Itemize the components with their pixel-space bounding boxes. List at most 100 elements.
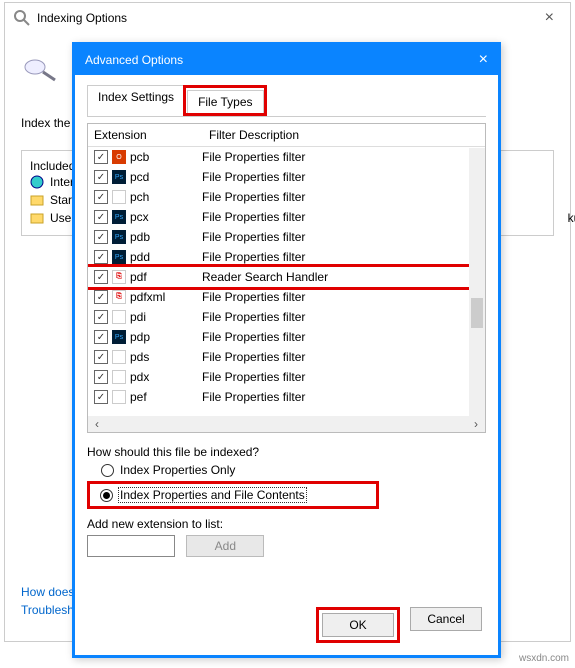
radio-icon [100, 489, 113, 502]
parent-titlebar: Indexing Options × [5, 3, 570, 33]
table-row[interactable]: pefFile Properties filter [88, 387, 485, 407]
checkbox[interactable] [94, 150, 108, 164]
file-type-icon [112, 310, 126, 324]
desc-label: File Properties filter [202, 210, 479, 224]
col-filter-desc[interactable]: Filter Description [209, 128, 299, 142]
tabs: Index Settings File Types [87, 85, 486, 117]
kups-column-label: kups [568, 211, 575, 225]
checkbox[interactable] [94, 350, 108, 364]
ext-label: pch [130, 190, 202, 204]
advanced-options-dialog: Advanced Options × Index Settings File T… [72, 42, 501, 658]
location-label: Inter [50, 175, 74, 189]
checkbox[interactable] [94, 310, 108, 324]
add-button[interactable]: Add [186, 535, 264, 557]
desc-label: File Properties filter [202, 230, 479, 244]
highlight-radio-contents: Index Properties and File Contents [87, 481, 379, 509]
desc-label: File Properties filter [202, 370, 479, 384]
checkbox[interactable] [94, 290, 108, 304]
radio-label: Index Properties Only [120, 463, 235, 477]
extension-list: Extension Filter Description OpcbFile Pr… [87, 123, 486, 433]
highlight-file-types-tab: File Types [183, 85, 266, 116]
file-type-icon: Ps [112, 230, 126, 244]
desc-label: File Properties filter [202, 350, 479, 364]
file-type-icon: Ps [112, 210, 126, 224]
horizontal-scrollbar[interactable]: ‹ › [88, 416, 485, 432]
tab-file-types[interactable]: File Types [187, 90, 263, 113]
file-type-icon: ⎘ [112, 270, 126, 284]
table-row[interactable]: PspcxFile Properties filter [88, 207, 485, 227]
table-row[interactable]: pdsFile Properties filter [88, 347, 485, 367]
file-type-icon: O [112, 150, 126, 164]
ie-icon [30, 175, 44, 189]
vertical-scrollbar[interactable] [469, 148, 485, 416]
checkbox[interactable] [94, 210, 108, 224]
file-type-icon: Ps [112, 170, 126, 184]
cancel-button[interactable]: Cancel [410, 607, 482, 631]
table-row[interactable]: PspcdFile Properties filter [88, 167, 485, 187]
checkbox[interactable] [94, 190, 108, 204]
scroll-left-icon[interactable]: ‹ [90, 417, 104, 431]
table-row[interactable]: pdiFile Properties filter [88, 307, 485, 327]
adv-title-text: Advanced Options [85, 53, 183, 67]
adv-close-button[interactable]: × [479, 51, 488, 69]
ext-label: pcx [130, 210, 202, 224]
file-type-icon [112, 390, 126, 404]
ext-label: pdp [130, 330, 202, 344]
scroll-thumb[interactable] [471, 298, 483, 328]
ok-button[interactable]: OK [322, 613, 394, 637]
file-type-icon [112, 350, 126, 364]
checkbox[interactable] [94, 370, 108, 384]
how-does-link[interactable]: How does [21, 585, 74, 599]
table-row[interactable]: ⎘pdfReader Search Handler [88, 267, 485, 287]
file-type-icon: Ps [112, 250, 126, 264]
radio-properties-and-contents[interactable]: Index Properties and File Contents [100, 488, 306, 502]
table-row[interactable]: OpcbFile Properties filter [88, 147, 485, 167]
checkbox[interactable] [94, 230, 108, 244]
table-row[interactable]: ⎘pdfxmlFile Properties filter [88, 287, 485, 307]
table-row[interactable]: PspdbFile Properties filter [88, 227, 485, 247]
parent-title-text: Indexing Options [37, 11, 127, 25]
ext-label: pcd [130, 170, 202, 184]
ext-label: pcb [130, 150, 202, 164]
adv-titlebar: Advanced Options × [75, 45, 498, 75]
list-rows[interactable]: OpcbFile Properties filterPspcdFile Prop… [88, 147, 485, 415]
checkbox[interactable] [94, 390, 108, 404]
index-question: How should this file be indexed? [87, 445, 486, 459]
desc-label: File Properties filter [202, 330, 479, 344]
file-type-icon: ⎘ [112, 290, 126, 304]
file-type-icon [112, 190, 126, 204]
scroll-right-icon[interactable]: › [469, 417, 483, 431]
table-row[interactable]: pchFile Properties filter [88, 187, 485, 207]
radio-label: Index Properties and File Contents [119, 488, 306, 502]
desc-label: File Properties filter [202, 190, 479, 204]
parent-close-button[interactable]: × [537, 9, 562, 27]
troubleshoot-link[interactable]: Troublesh [21, 603, 74, 617]
highlight-ok: OK [316, 607, 400, 643]
file-type-icon [112, 370, 126, 384]
checkbox[interactable] [94, 170, 108, 184]
checkbox[interactable] [94, 330, 108, 344]
indexing-icon [13, 9, 31, 27]
list-header: Extension Filter Description [88, 124, 485, 147]
radio-icon [101, 464, 114, 477]
watermark: wsxdn.com [519, 653, 569, 664]
checkbox[interactable] [94, 250, 108, 264]
col-extension[interactable]: Extension [94, 128, 209, 142]
location-label: Star [50, 193, 72, 207]
file-type-icon: Ps [112, 330, 126, 344]
desc-label: File Properties filter [202, 290, 479, 304]
add-ext-input[interactable] [87, 535, 175, 557]
checkbox[interactable] [94, 270, 108, 284]
radio-properties-only[interactable]: Index Properties Only [101, 463, 486, 477]
ext-label: pdf [130, 270, 202, 284]
ext-label: pdx [130, 370, 202, 384]
magnifier-icon [21, 53, 61, 83]
table-row[interactable]: PspddFile Properties filter [88, 247, 485, 267]
desc-label: File Properties filter [202, 310, 479, 324]
folder-icon [30, 193, 44, 207]
tab-index-settings[interactable]: Index Settings [87, 85, 185, 116]
ext-label: pds [130, 350, 202, 364]
ext-label: pef [130, 390, 202, 404]
table-row[interactable]: pdxFile Properties filter [88, 367, 485, 387]
table-row[interactable]: PspdpFile Properties filter [88, 327, 485, 347]
